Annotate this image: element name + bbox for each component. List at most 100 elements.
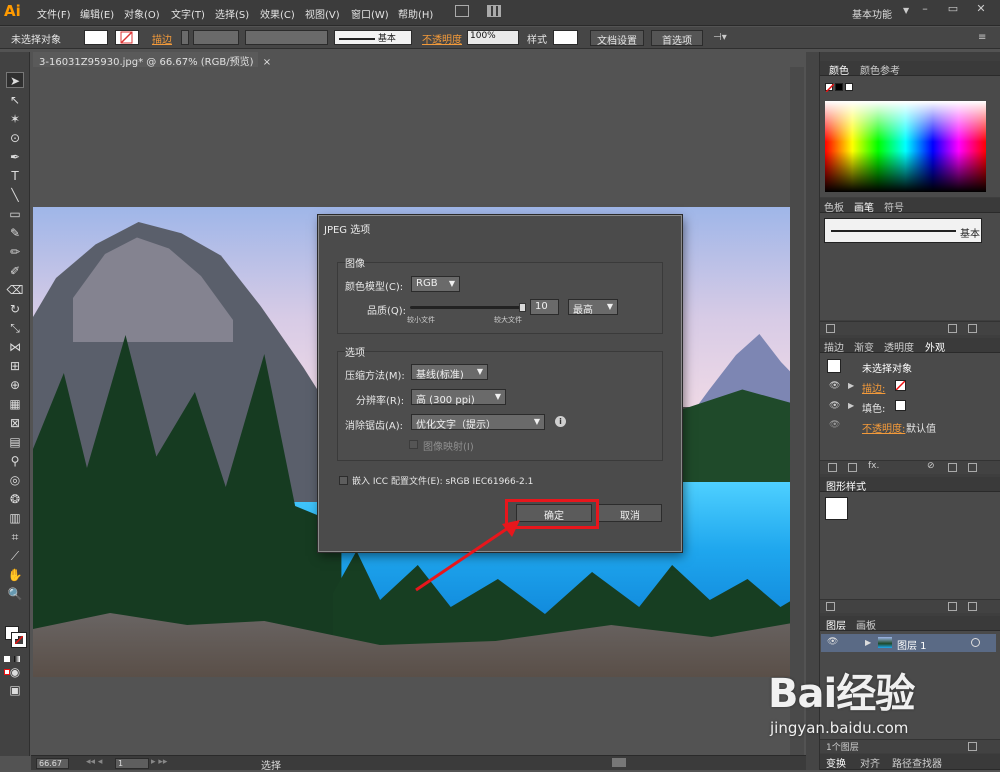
preferences-button[interactable]: 首选项 <box>651 30 703 47</box>
tab-transparency[interactable]: 透明度 <box>884 339 914 354</box>
new-brush-icon[interactable] <box>948 324 957 333</box>
tab-brushes[interactable]: 画笔 <box>854 199 874 214</box>
artboard-nav-icon[interactable]: ◂◂ ◂ <box>86 757 102 767</box>
duplicate-item-icon[interactable] <box>948 463 957 472</box>
magic-wand-tool-icon[interactable]: ✶ <box>6 111 24 127</box>
align-icon[interactable]: ⊣▾ <box>713 32 727 43</box>
gradient-tool-icon[interactable]: ▤ <box>6 434 24 450</box>
artboard-tool-icon[interactable]: ⌗ <box>6 529 24 545</box>
tab-layers[interactable]: 图层 <box>826 617 846 632</box>
perspective-grid-tool-icon[interactable]: ▦ <box>6 396 24 412</box>
resolution-select[interactable]: 高 (300 ppi) ▼ <box>411 389 506 406</box>
menu-file[interactable]: 文件(F) <box>37 6 71 21</box>
tab-stroke[interactable]: 描边 <box>824 339 844 354</box>
width-tool-icon[interactable]: ⋈ <box>6 339 24 355</box>
quality-slider[interactable] <box>410 303 526 312</box>
graphic-styles-library-icon[interactable] <box>826 602 835 611</box>
minimize-button[interactable]: – <box>912 2 938 18</box>
info-icon[interactable]: i <box>555 416 566 427</box>
selection-tool-icon[interactable]: ➤ <box>6 72 24 88</box>
visibility-eye-icon[interactable]: 👁 <box>829 420 840 430</box>
compression-select[interactable]: 基线(标准) ▼ <box>411 364 488 381</box>
visibility-eye-icon[interactable]: 👁 <box>829 381 840 391</box>
menu-edit[interactable]: 编辑(E) <box>80 6 114 21</box>
maximize-button[interactable]: ▭ <box>940 2 966 18</box>
layer-name[interactable]: 图层 1 <box>897 637 927 652</box>
quality-input[interactable]: 10 <box>530 299 559 315</box>
arrange-documents-icon[interactable] <box>487 5 501 17</box>
imagemap-checkbox[interactable] <box>409 440 418 449</box>
expand-triangle-icon[interactable]: ▶ <box>865 638 871 647</box>
document-tab[interactable]: 3-16031Z95930.jpg* @ 66.67% (RGB/预览) × <box>33 52 271 68</box>
stroke-link[interactable]: 描边 <box>152 31 172 46</box>
menu-type[interactable]: 文字(T) <box>171 6 205 21</box>
vertical-scrollbar[interactable] <box>790 67 804 755</box>
delete-item-icon[interactable] <box>968 463 977 472</box>
appearance-fill-swatch[interactable] <box>895 400 906 411</box>
panel-menu-icon[interactable]: ≡ <box>978 32 986 43</box>
rotate-tool-icon[interactable]: ↻ <box>6 301 24 317</box>
expand-triangle-icon[interactable]: ▶ <box>848 401 854 410</box>
tab-pathfinder[interactable]: 路径查找器 <box>892 755 942 770</box>
expand-triangle-icon[interactable]: ▶ <box>848 381 854 390</box>
brush-definition[interactable]: 基本 <box>334 30 412 45</box>
cancel-button[interactable]: 取消 <box>598 504 662 522</box>
embed-icc-checkbox[interactable] <box>339 476 348 485</box>
paintbrush-tool-icon[interactable]: ✎ <box>6 225 24 241</box>
variable-width-profile[interactable] <box>245 30 328 45</box>
shape-builder-tool-icon[interactable]: ⊕ <box>6 377 24 393</box>
color-model-select[interactable]: RGB ▼ <box>411 276 460 292</box>
add-fill-icon[interactable] <box>848 463 857 472</box>
free-transform-tool-icon[interactable]: ⊞ <box>6 358 24 374</box>
blob-brush-tool-icon[interactable]: ✐ <box>6 263 24 279</box>
close-button[interactable]: ✕ <box>968 2 994 18</box>
zoom-field[interactable]: 66.67 <box>36 758 69 769</box>
draw-mode-icon[interactable]: ◉ <box>6 664 24 680</box>
tab-swatches[interactable]: 色板 <box>824 199 844 214</box>
tab-symbols[interactable]: 符号 <box>884 199 904 214</box>
color-mode-icons[interactable] <box>4 652 26 675</box>
pen-tool-icon[interactable]: ✒ <box>6 149 24 165</box>
default-graphic-style[interactable] <box>825 497 848 520</box>
stroke-swatch[interactable] <box>115 30 139 45</box>
artboard-field[interactable]: 1 <box>115 758 149 769</box>
white-swatch[interactable] <box>845 83 853 91</box>
column-graph-tool-icon[interactable]: ▥ <box>6 510 24 526</box>
direct-selection-tool-icon[interactable]: ↖ <box>6 92 24 108</box>
tab-color-guide[interactable]: 颜色参考 <box>860 62 900 77</box>
bridge-icon[interactable] <box>455 5 469 17</box>
scale-tool-icon[interactable]: ⤡ <box>6 320 24 336</box>
antialias-select[interactable]: 优化文字（提示） ▼ <box>411 414 545 431</box>
add-stroke-icon[interactable] <box>828 463 837 472</box>
type-tool-icon[interactable]: T <box>6 168 24 184</box>
document-setup-button[interactable]: 文档设置 <box>590 30 644 47</box>
tab-align[interactable]: 对齐 <box>860 755 880 770</box>
symbol-sprayer-tool-icon[interactable]: ❂ <box>6 491 24 507</box>
menu-object[interactable]: 对象(O) <box>124 6 160 21</box>
visibility-eye-icon[interactable]: 👁 <box>827 637 838 647</box>
brush-library-icon[interactable] <box>826 324 835 333</box>
delete-brush-icon[interactable] <box>968 324 977 333</box>
delete-graphic-style-icon[interactable] <box>968 602 977 611</box>
tab-gradient[interactable]: 渐变 <box>854 339 874 354</box>
horizontal-scroll-thumb[interactable] <box>612 758 626 767</box>
menu-window[interactable]: 窗口(W) <box>351 6 389 21</box>
tab-appearance[interactable]: 外观 <box>925 339 945 354</box>
tab-artboards[interactable]: 画板 <box>856 617 876 632</box>
menu-select[interactable]: 选择(S) <box>215 6 249 21</box>
workspace-switcher[interactable]: 基本功能 <box>852 3 910 21</box>
mesh-tool-icon[interactable]: ⊠ <box>6 415 24 431</box>
color-spectrum[interactable] <box>825 101 986 192</box>
stroke-color-icon[interactable] <box>11 632 27 648</box>
blend-tool-icon[interactable]: ◎ <box>6 472 24 488</box>
quality-slider-thumb[interactable] <box>518 303 526 312</box>
appearance-stroke-swatch[interactable] <box>895 380 906 391</box>
tab-color[interactable]: 颜色 <box>829 62 849 77</box>
layer-row[interactable]: 👁 ▶ 图层 1 <box>821 634 996 652</box>
menu-view[interactable]: 视图(V) <box>305 6 340 21</box>
layer-target-icon[interactable] <box>971 638 980 647</box>
rectangle-tool-icon[interactable]: ▭ <box>6 206 24 222</box>
eyedropper-tool-icon[interactable]: ⚲ <box>6 453 24 469</box>
stroke-weight-field[interactable] <box>193 30 239 45</box>
slice-tool-icon[interactable]: ⟋ <box>6 548 24 564</box>
